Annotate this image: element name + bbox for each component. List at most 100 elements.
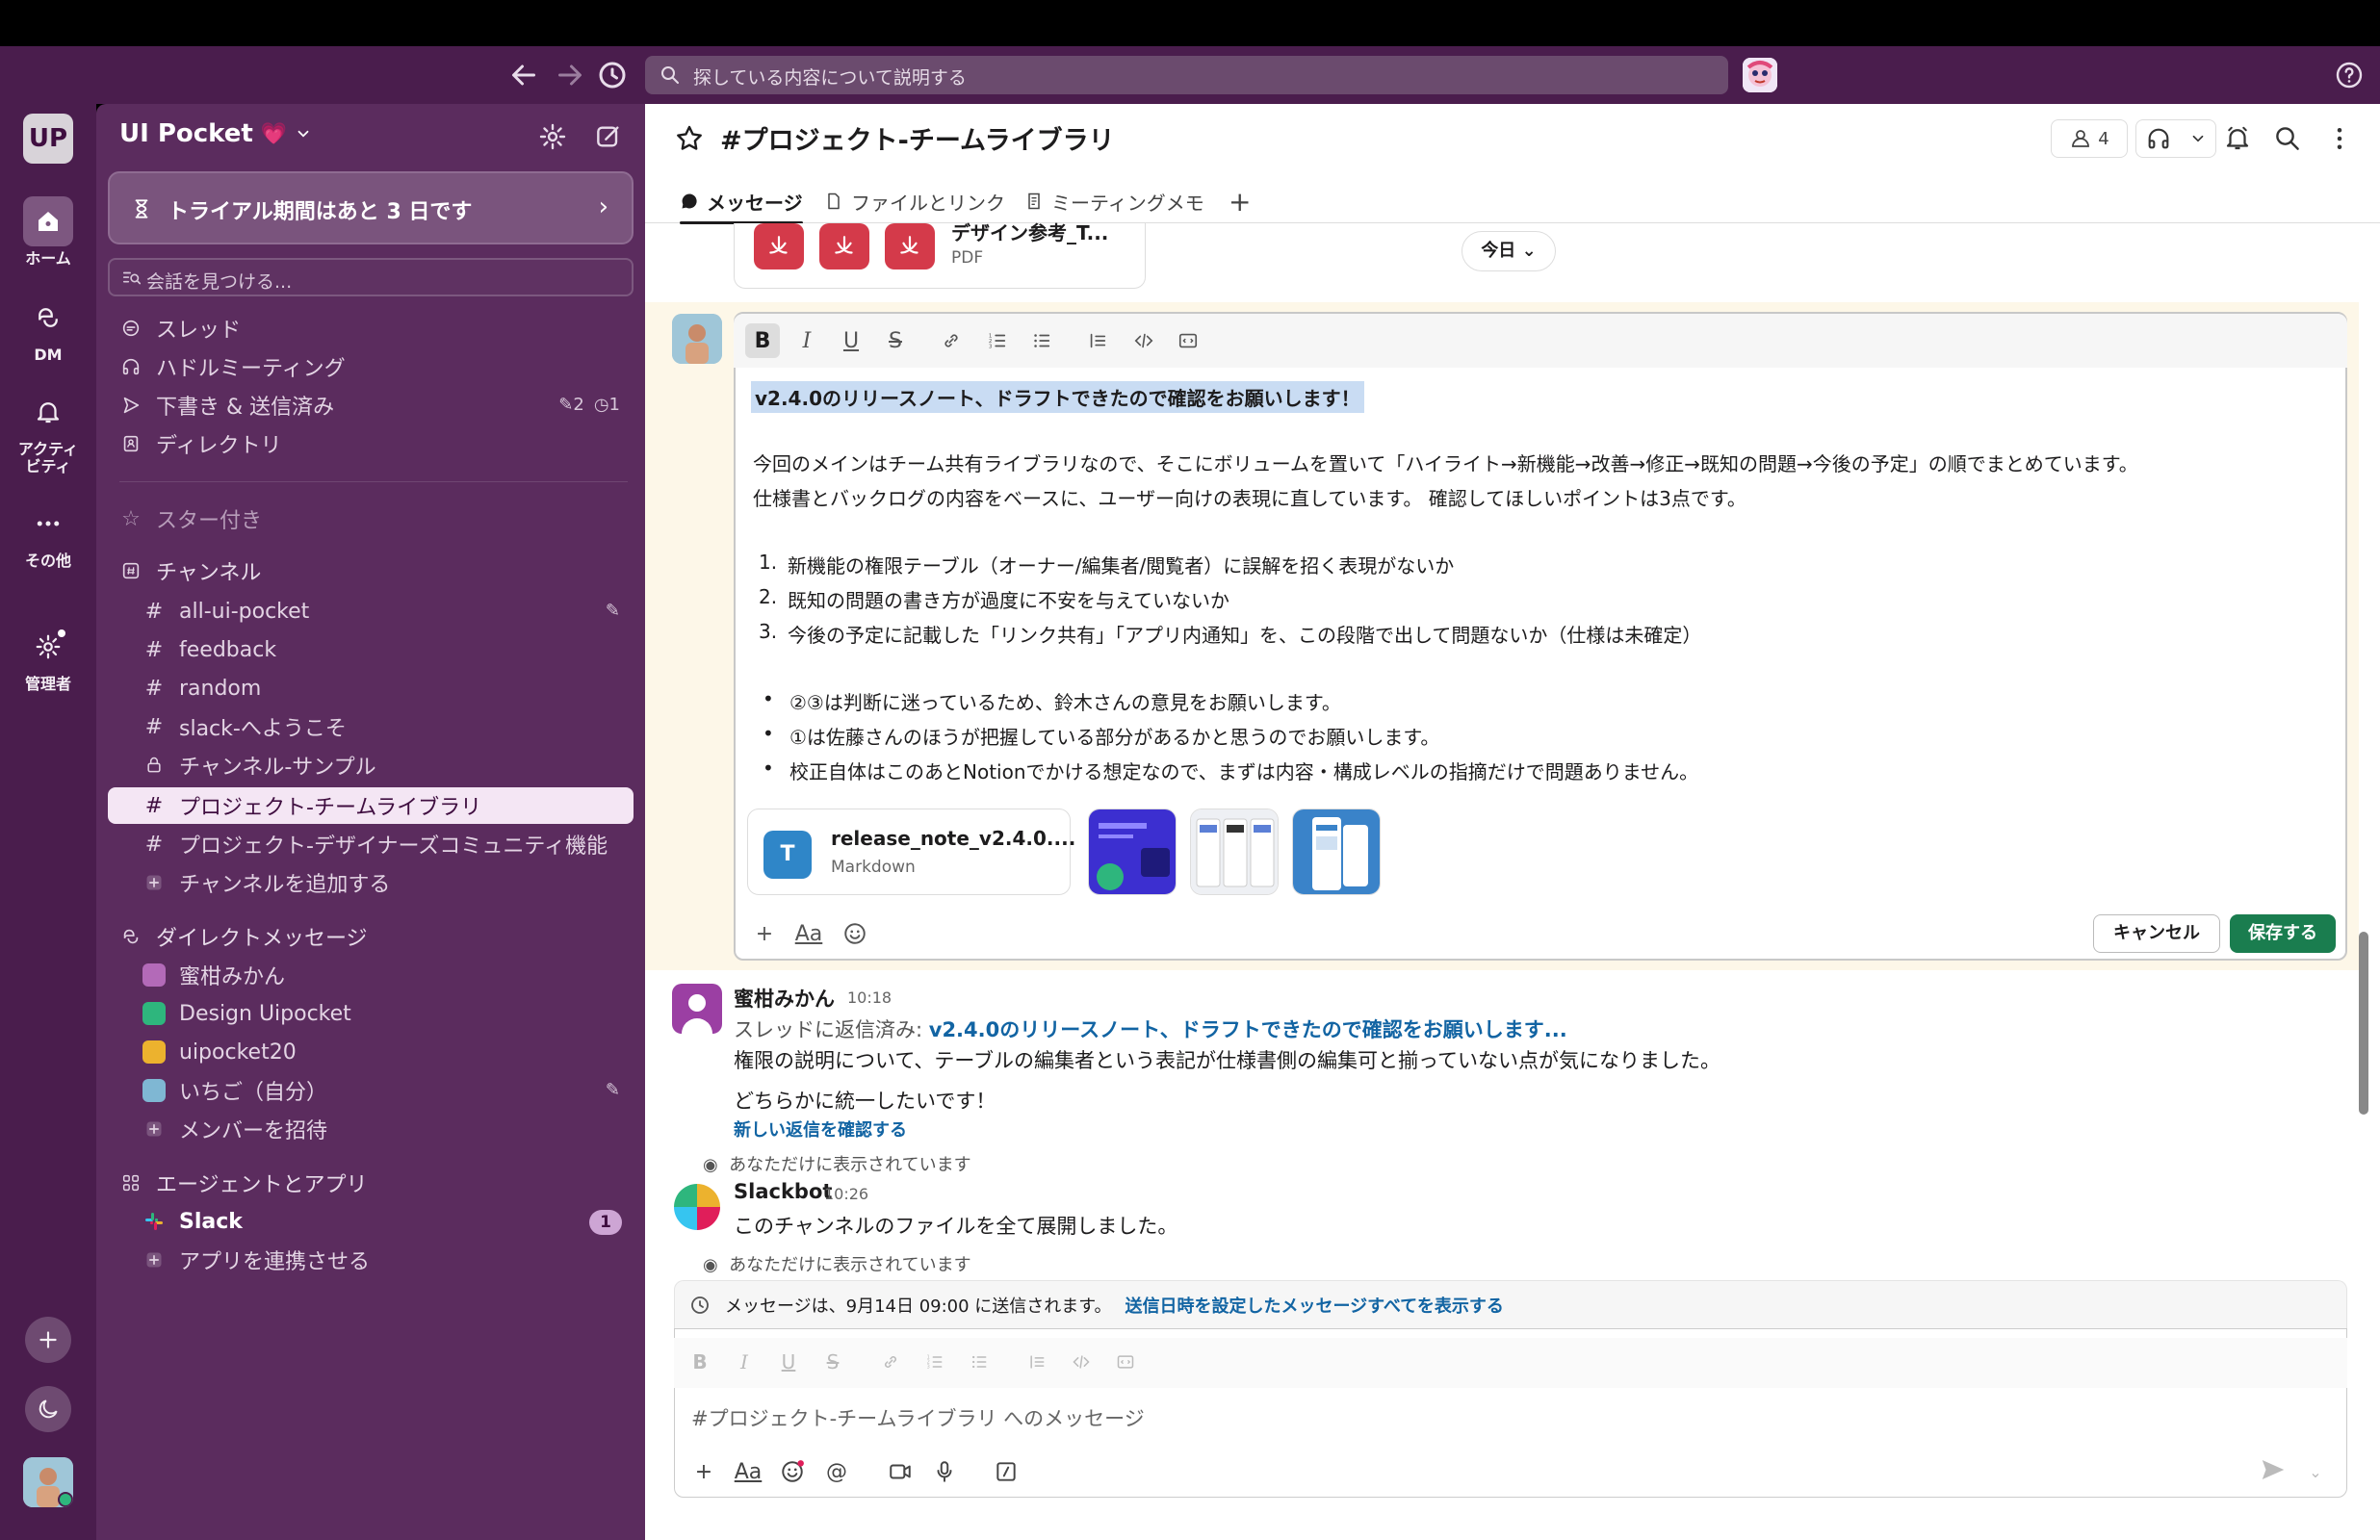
- star-channel-icon[interactable]: [674, 123, 705, 154]
- message-time[interactable]: 10:18: [847, 988, 892, 1007]
- image-thumbnail[interactable]: [1088, 808, 1177, 895]
- image-thumbnail[interactable]: [1190, 808, 1279, 895]
- sidebar-item-channel[interactable]: # プロジェクト-デザイナーズコミュニティ機能: [108, 826, 634, 862]
- scrollbar[interactable]: [2359, 932, 2368, 1115]
- thread-link[interactable]: v2.4.0のリリースノート、ドラフトできたので確認をお願いします...: [929, 1018, 1567, 1041]
- sidebar-item-channel[interactable]: # slack-へようこそ: [108, 708, 634, 745]
- markdown-attachment[interactable]: T release_note_v2.4.0.... Markdown: [747, 808, 1075, 895]
- sidebar-item-channel[interactable]: # feedback: [108, 631, 634, 668]
- numbered-list-icon[interactable]: 123: [918, 1346, 951, 1378]
- trial-banner[interactable]: トライアル期間はあと 3 日です ›: [108, 171, 634, 244]
- sidebar-item-channel[interactable]: チャンネル-サンプル: [108, 747, 634, 783]
- code-icon[interactable]: [1065, 1346, 1098, 1378]
- section-direct-messages[interactable]: ダイレクトメッセージ: [108, 918, 634, 955]
- scheduled-messages-link[interactable]: 送信日時を設定したメッセージすべてを表示する: [1125, 1293, 1504, 1318]
- add-channel-button[interactable]: チャンネルを追加する: [108, 864, 634, 901]
- code-icon[interactable]: [1126, 323, 1161, 358]
- slash-command-icon[interactable]: [990, 1455, 1022, 1488]
- connect-apps-button[interactable]: アプリを連携させる: [108, 1242, 634, 1278]
- bullet-list-icon[interactable]: [1024, 323, 1059, 358]
- notification-bell-icon[interactable]: [2220, 121, 2255, 156]
- composer-add-button[interactable]: +: [687, 1455, 720, 1488]
- sidebar-item-dm[interactable]: 蜜柑みかん: [108, 957, 634, 993]
- huddle-button[interactable]: [2135, 119, 2216, 158]
- sidebar-item-channel[interactable]: # random: [108, 670, 634, 706]
- underline-button[interactable]: U: [834, 323, 868, 358]
- emoji-icon[interactable]: [838, 916, 872, 951]
- pdf-icon[interactable]: [754, 223, 804, 270]
- kebab-menu-icon[interactable]: [2322, 121, 2357, 156]
- rail-add-button[interactable]: [25, 1317, 71, 1363]
- strikethrough-button[interactable]: S: [816, 1346, 849, 1378]
- avatar[interactable]: [672, 314, 722, 364]
- compose-icon[interactable]: [593, 121, 624, 152]
- code-block-icon[interactable]: [1109, 1346, 1142, 1378]
- help-icon[interactable]: [2334, 60, 2365, 90]
- rail-more[interactable]: その他: [0, 499, 96, 570]
- code-block-icon[interactable]: [1171, 323, 1205, 358]
- forward-arrow-icon[interactable]: [553, 58, 587, 92]
- link-icon[interactable]: [934, 323, 969, 358]
- sidebar-settings-icon[interactable]: [537, 121, 568, 152]
- cancel-button[interactable]: キャンセル: [2093, 914, 2220, 953]
- message-author[interactable]: Slackbot: [734, 1180, 832, 1203]
- tab-messages[interactable]: メッセージ: [680, 179, 803, 224]
- blockquote-icon[interactable]: [1080, 323, 1115, 358]
- rail-activity[interactable]: アクティビティ: [0, 387, 96, 475]
- avatar[interactable]: [672, 984, 722, 1034]
- back-arrow-icon[interactable]: [506, 58, 541, 92]
- workspace-switcher[interactable]: UI Pocket 💗: [119, 119, 312, 148]
- strikethrough-button[interactable]: S: [878, 323, 913, 358]
- section-starred[interactable]: ☆ スター付き: [108, 500, 634, 537]
- message-author[interactable]: 蜜柑みかん: [734, 984, 835, 1013]
- bold-button[interactable]: B: [745, 323, 780, 358]
- sidebar-item-directory[interactable]: ディレクトリ: [108, 425, 634, 462]
- editor-formatting-toggle[interactable]: Aa: [791, 916, 826, 951]
- ai-assistant-icon[interactable]: [1743, 58, 1777, 92]
- section-apps[interactable]: エージェントとアプリ: [108, 1165, 634, 1201]
- channel-title[interactable]: #プロジェクト-チームライブラリ: [720, 119, 1115, 157]
- microphone-icon[interactable]: [928, 1455, 961, 1488]
- italic-button[interactable]: I: [789, 323, 824, 358]
- invite-members-button[interactable]: メンバーを招待: [108, 1111, 634, 1147]
- section-channels[interactable]: チャンネル: [108, 552, 634, 589]
- sidebar-item-slack-app[interactable]: Slack 1: [108, 1203, 634, 1240]
- sidebar-item-channel-active[interactable]: # プロジェクト-チームライブラリ: [108, 787, 634, 824]
- sidebar-item-threads[interactable]: スレッド: [108, 310, 634, 346]
- rail-admin[interactable]: 管理者: [0, 622, 96, 693]
- composer-formatting-toggle[interactable]: Aa: [732, 1455, 764, 1488]
- message-time[interactable]: 10:26: [824, 1185, 868, 1203]
- slackbot-avatar[interactable]: [672, 1182, 722, 1232]
- date-divider-button[interactable]: 今日 ⌄: [1462, 231, 1556, 271]
- italic-button[interactable]: I: [728, 1346, 761, 1378]
- link-icon[interactable]: [874, 1346, 907, 1378]
- sidebar-item-huddles[interactable]: ハドルミーティング: [108, 348, 634, 385]
- underline-button[interactable]: U: [772, 1346, 805, 1378]
- dark-mode-toggle[interactable]: [25, 1386, 71, 1432]
- save-button[interactable]: 保存する: [2230, 914, 2336, 953]
- mention-icon[interactable]: @: [820, 1455, 853, 1488]
- pdf-icon[interactable]: [819, 223, 869, 270]
- workspace-avatar[interactable]: UP: [23, 114, 73, 164]
- sidebar-item-channel[interactable]: # all-ui-pocket ✎: [108, 593, 634, 629]
- find-conversation-input[interactable]: 会話を見つける...: [108, 258, 634, 296]
- bold-button[interactable]: B: [684, 1346, 716, 1378]
- members-button[interactable]: 4: [2051, 119, 2128, 158]
- sidebar-item-drafts[interactable]: 下書き & 送信済み ✎2 ◷1: [108, 387, 634, 424]
- add-tab-button[interactable]: +: [1229, 179, 1251, 223]
- rail-dm[interactable]: DM: [0, 293, 96, 364]
- user-avatar[interactable]: [23, 1457, 73, 1507]
- send-options-chevron-icon[interactable]: ⌄: [2301, 1455, 2330, 1488]
- rail-home[interactable]: ホーム: [0, 196, 96, 268]
- history-clock-icon[interactable]: [595, 58, 630, 92]
- numbered-list-icon[interactable]: 123: [980, 323, 1015, 358]
- attachment-name[interactable]: デザイン参考_T...: [951, 218, 1108, 245]
- sidebar-item-dm[interactable]: uipocket20: [108, 1034, 634, 1070]
- editor-add-button[interactable]: +: [747, 916, 782, 951]
- sidebar-item-dm[interactable]: いちご（自分） ✎: [108, 1072, 634, 1109]
- emoji-icon[interactable]: [776, 1455, 809, 1488]
- video-icon[interactable]: [884, 1455, 917, 1488]
- image-thumbnail[interactable]: [1292, 808, 1381, 895]
- search-bar[interactable]: 探している内容について説明する: [645, 56, 1728, 94]
- search-icon[interactable]: [2270, 121, 2305, 156]
